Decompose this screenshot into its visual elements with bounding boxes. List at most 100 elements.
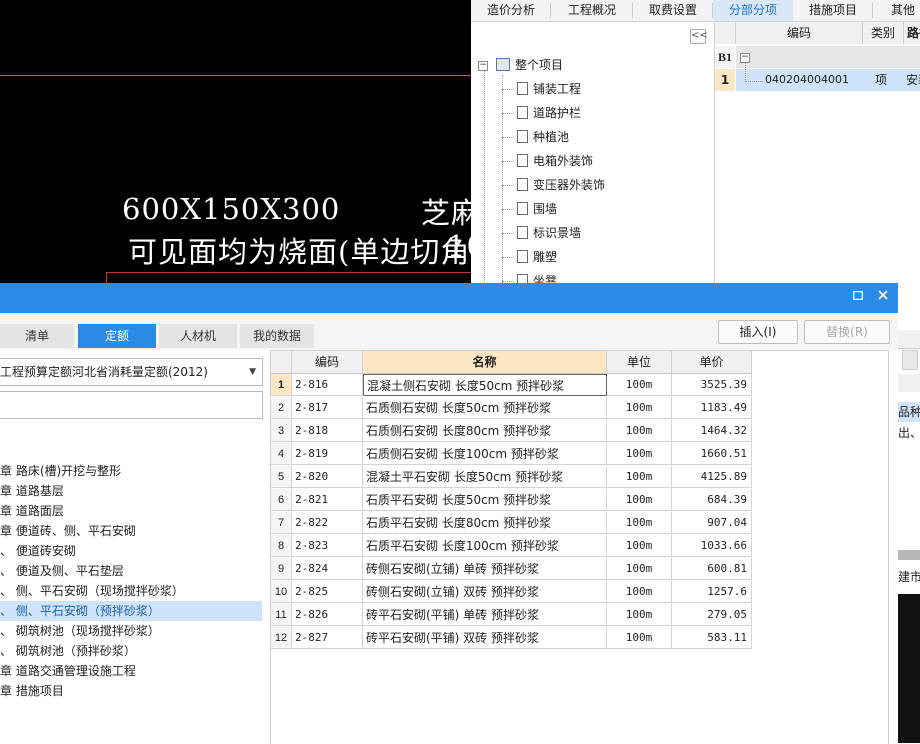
quota-price-cell[interactable]: 4125.89 (672, 466, 752, 488)
quota-code-cell[interactable]: 2-824 (292, 558, 363, 580)
maximize-icon[interactable] (850, 289, 866, 305)
quota-search-input[interactable] (0, 391, 263, 419)
panel-tab[interactable] (902, 350, 918, 370)
quota-unit-cell[interactable]: 100m (607, 397, 672, 419)
row-number[interactable]: 5 (271, 466, 292, 488)
section-item[interactable]: 、 砌筑树池（预拌砂浆） (0, 641, 136, 661)
quota-unit-cell[interactable]: 100m (607, 512, 672, 534)
quota-name-cell[interactable]: 混凝土侧石安砌 长度50cm 预拌砂浆 (363, 374, 607, 396)
tree-collapse-icon[interactable]: − (478, 60, 488, 71)
quota-unit-cell[interactable]: 100m (607, 420, 672, 442)
tree-item[interactable]: 电箱外装饰 (517, 151, 593, 171)
tree-item[interactable]: 道路护栏 (517, 103, 581, 123)
section-item[interactable]: 、 侧、平石安砌（现场搅拌砂浆） (0, 581, 184, 601)
collapse-panel-button[interactable]: << (690, 29, 708, 44)
quota-price-cell[interactable]: 1033.66 (672, 535, 752, 557)
quota-name-cell[interactable]: 石质侧石安砌 长度80cm 预拌砂浆 (363, 420, 607, 442)
row-number[interactable]: 1 (271, 374, 292, 396)
quota-name-cell[interactable]: 砖侧石安砌(立铺) 双砖 预拌砂浆 (363, 581, 607, 603)
chapter-item[interactable]: 章 道路基层 (0, 481, 64, 501)
tab-sub-items[interactable]: 分部分项 (713, 0, 793, 21)
tab-cost-analysis[interactable]: 造价分析 (471, 0, 551, 21)
row-number[interactable]: 7 (271, 512, 292, 534)
quota-name-cell[interactable]: 石质平石安砌 长度50cm 预拌砂浆 (363, 489, 607, 511)
quota-name-cell[interactable]: 砖侧石安砌(立铺) 单砖 预拌砂浆 (363, 558, 607, 580)
tab-bill[interactable]: 清单 (0, 324, 74, 348)
quota-unit-cell[interactable]: 100m (607, 489, 672, 511)
tab-project-overview[interactable]: 工程概况 (551, 0, 633, 21)
quota-code-cell[interactable]: 2-817 (292, 397, 363, 419)
tree-item[interactable]: 雕塑 (517, 247, 557, 267)
row-number[interactable]: 11 (271, 604, 292, 626)
chapter-item[interactable]: 章 便道砖、侧、平石安砌 (0, 521, 136, 541)
grid-header-name[interactable]: 路径 (904, 22, 920, 44)
chapter-item[interactable]: 章 措施项目 (0, 681, 64, 701)
row-number[interactable]: 2 (271, 397, 292, 419)
quota-code-cell[interactable]: 2-820 (292, 466, 363, 488)
quota-unit-cell[interactable]: 100m (607, 535, 672, 557)
dialog-title-bar[interactable] (0, 283, 898, 313)
quota-price-cell[interactable]: 1257.6 (672, 581, 752, 603)
row-number[interactable]: 3 (271, 420, 292, 442)
quota-price-cell[interactable]: 279.05 (672, 604, 752, 626)
section-item[interactable]: 、 砌筑树池（现场搅拌砂浆） (0, 621, 160, 641)
grid-row-b1-number[interactable]: B1 (715, 46, 735, 68)
quota-price-cell[interactable]: 600.81 (672, 558, 752, 580)
section-item-selected[interactable]: 、 侧、平石安砌（预拌砂浆） (0, 601, 262, 621)
quota-unit-cell[interactable]: 100m (607, 604, 672, 626)
quota-name-cell[interactable]: 石质侧石安砌 长度100cm 预拌砂浆 (363, 443, 607, 465)
quota-price-cell[interactable]: 1183.49 (672, 397, 752, 419)
quota-price-cell[interactable]: 583.11 (672, 627, 752, 649)
row-number[interactable]: 10 (271, 581, 292, 603)
row-number[interactable]: 12 (271, 627, 292, 649)
section-item[interactable]: 、 便道砖安砌 (0, 541, 76, 561)
quota-price-cell[interactable]: 1464.32 (672, 420, 752, 442)
row-collapse-icon[interactable]: − (740, 52, 750, 63)
quota-price-cell[interactable]: 907.04 (672, 512, 752, 534)
row-number[interactable]: 4 (271, 443, 292, 465)
tab-labor-material-machine[interactable]: 人材机 (159, 324, 237, 348)
quota-unit-cell[interactable]: 100m (607, 466, 672, 488)
quota-unit-cell[interactable]: 100m (607, 627, 672, 649)
tree-root-node[interactable]: − 整个项目 (478, 55, 563, 75)
tree-item[interactable]: 变压器外装饰 (517, 175, 605, 195)
quota-unit-cell[interactable]: 100m (607, 374, 672, 396)
quota-name-cell[interactable]: 石质平石安砌 长度100cm 预拌砂浆 (363, 535, 607, 557)
tab-my-data[interactable]: 我的数据 (240, 324, 314, 348)
quota-unit-cell[interactable]: 100m (607, 581, 672, 603)
quota-code-cell[interactable]: 2-819 (292, 443, 363, 465)
column-header-name[interactable]: 名称 (363, 351, 607, 374)
tree-item[interactable]: 铺装工程 (517, 79, 581, 99)
tree-item[interactable]: 种植池 (517, 127, 569, 147)
chapter-item[interactable]: 章 路床(槽)开挖与整形 (0, 461, 121, 481)
column-header-price[interactable]: 单价 (672, 351, 752, 374)
quota-name-cell[interactable]: 石质侧石安砌 长度50cm 预拌砂浆 (363, 397, 607, 419)
quota-code-cell[interactable]: 2-826 (292, 604, 363, 626)
column-header-code[interactable]: 编码 (292, 351, 363, 374)
quota-price-cell[interactable]: 3525.39 (672, 374, 752, 396)
close-icon[interactable] (875, 289, 891, 305)
grid-row-1-number[interactable]: 1 (715, 69, 735, 91)
panel-selected-text[interactable]: 品种 (898, 402, 920, 422)
quota-library-select[interactable]: 工程预算定额河北省消耗量定额(2012) ▼ (0, 358, 263, 386)
quota-unit-cell[interactable]: 100m (607, 558, 672, 580)
tab-other[interactable]: 其他 (873, 0, 920, 21)
replace-button[interactable]: 替换(R) (804, 320, 890, 344)
tab-measures[interactable]: 措施项目 (793, 0, 873, 21)
insert-button[interactable]: 插入(I) (718, 320, 798, 344)
row-number[interactable]: 6 (271, 489, 292, 511)
tree-item[interactable]: 围墙 (517, 199, 557, 219)
quota-name-cell[interactable]: 砖平石安砌(平铺) 双砖 预拌砂浆 (363, 627, 607, 649)
grid-row-b1[interactable]: − (736, 46, 920, 68)
quota-code-cell[interactable]: 2-816 (292, 374, 363, 396)
quota-code-cell[interactable]: 2-823 (292, 535, 363, 557)
grid-header-type[interactable]: 类别 (863, 22, 904, 44)
section-item[interactable]: 、 便道及侧、平石垫层 (0, 561, 124, 581)
column-header-unit[interactable]: 单位 (607, 351, 672, 374)
row-number[interactable]: 9 (271, 558, 292, 580)
quota-name-cell[interactable]: 石质平石安砌 长度80cm 预拌砂浆 (363, 512, 607, 534)
quota-code-cell[interactable]: 2-827 (292, 627, 363, 649)
quota-code-cell[interactable]: 2-822 (292, 512, 363, 534)
panel-scrollbar[interactable] (898, 550, 920, 560)
tab-quota[interactable]: 定额 (78, 324, 156, 348)
